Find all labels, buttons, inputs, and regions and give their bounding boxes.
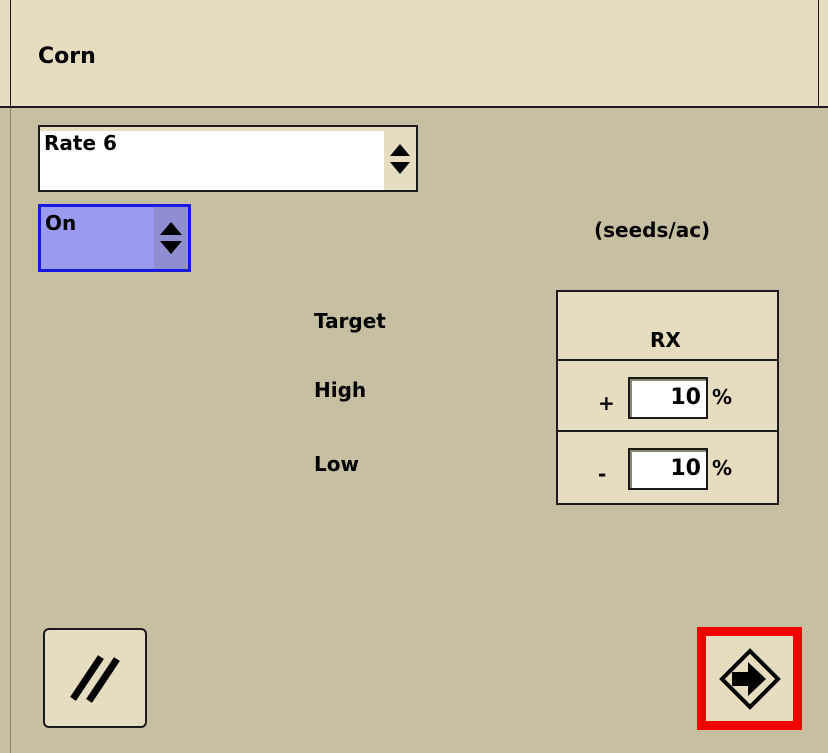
header-left-edge xyxy=(10,0,11,108)
target-label: Target xyxy=(314,309,386,333)
rx-low-row: - 10 % xyxy=(558,432,777,503)
rate-select[interactable]: Rate 6 xyxy=(38,125,418,192)
next-button[interactable] xyxy=(697,627,802,730)
minus-sign: - xyxy=(598,462,607,486)
state-select-value: On xyxy=(45,211,77,235)
high-percent-unit: % xyxy=(712,385,733,409)
units-label: (seeds/ac) xyxy=(594,218,711,242)
cancel-slashes-icon xyxy=(70,655,120,703)
panel-left-edge xyxy=(10,108,11,753)
low-percent-input[interactable]: 10 xyxy=(628,448,708,490)
plus-sign: + xyxy=(598,391,615,415)
high-percent-input[interactable]: 10 xyxy=(628,377,708,419)
rx-header-cell: RX xyxy=(558,292,777,361)
header-bar: Corn xyxy=(0,0,828,108)
state-select[interactable]: On xyxy=(38,204,191,272)
rx-high-row: + 10 % xyxy=(558,361,777,432)
page-title: Corn xyxy=(38,44,96,69)
up-down-arrows-icon[interactable] xyxy=(384,127,416,190)
high-percent-value: 10 xyxy=(670,385,701,410)
low-percent-unit: % xyxy=(712,456,733,480)
cancel-button[interactable] xyxy=(43,628,147,728)
rate-select-value: Rate 6 xyxy=(44,131,117,155)
high-label: High xyxy=(314,378,367,402)
next-arrow-icon xyxy=(718,647,781,710)
low-percent-value: 10 xyxy=(670,456,701,481)
low-label: Low xyxy=(314,452,359,476)
rx-header: RX xyxy=(650,328,681,352)
rx-table: RX + 10 % - 10 % xyxy=(556,290,779,505)
up-down-arrows-icon[interactable] xyxy=(154,207,188,269)
header-right-edge xyxy=(818,0,819,108)
